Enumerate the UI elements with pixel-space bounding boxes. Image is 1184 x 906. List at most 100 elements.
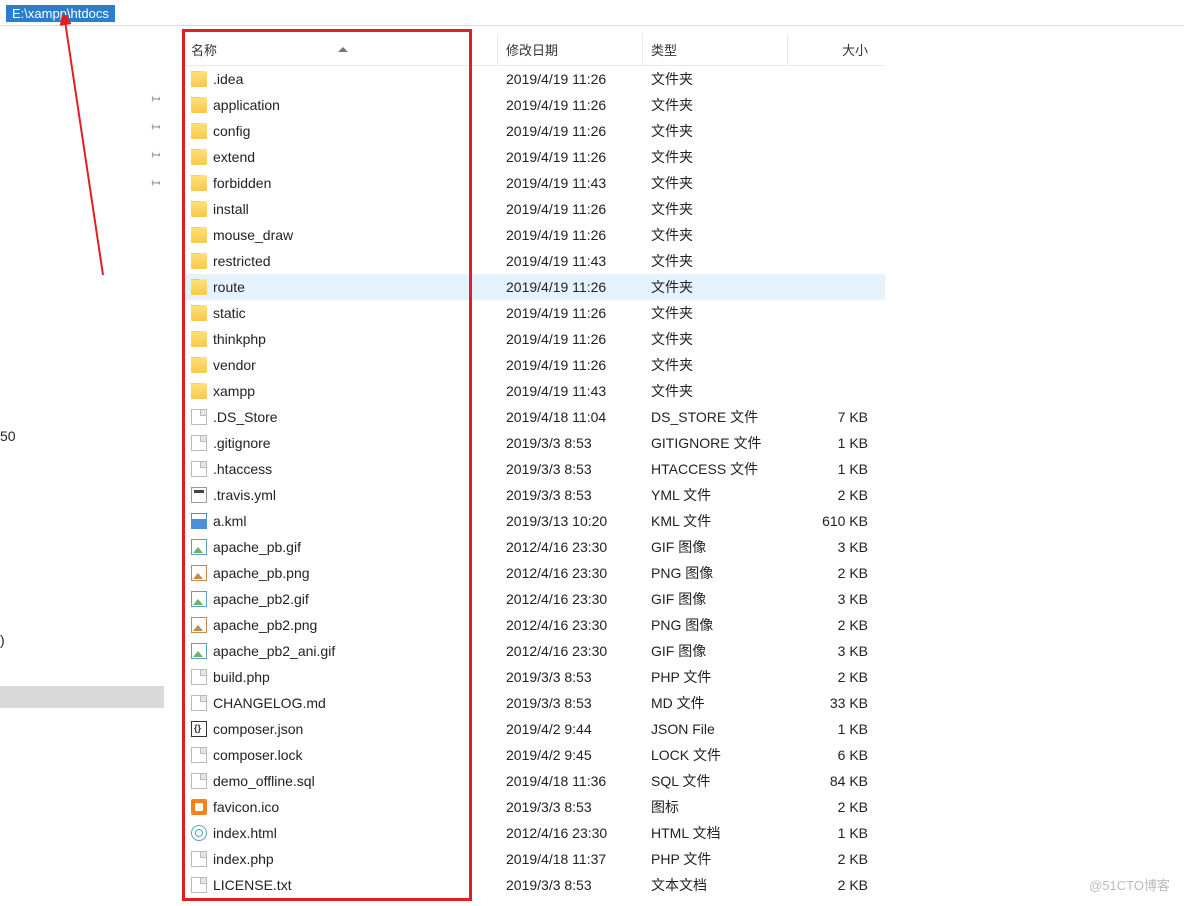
file-name: index.html bbox=[213, 825, 277, 841]
file-row[interactable]: .idea2019/4/19 11:26文件夹 bbox=[183, 66, 885, 92]
address-path[interactable]: E:\xampp\htdocs bbox=[6, 5, 115, 22]
file-row[interactable]: .DS_Store2019/4/18 11:04DS_STORE 文件7 KB bbox=[183, 404, 885, 430]
file-date: 2019/4/19 11:26 bbox=[498, 331, 643, 347]
toolbar-separator bbox=[0, 25, 1184, 26]
file-size: 2 KB bbox=[788, 799, 878, 815]
file-row[interactable]: install2019/4/19 11:26文件夹 bbox=[183, 196, 885, 222]
file-row[interactable]: apache_pb2_ani.gif2012/4/16 23:30GIF 图像3… bbox=[183, 638, 885, 664]
file-type: JSON File bbox=[643, 721, 788, 737]
file-row[interactable]: mouse_draw2019/4/19 11:26文件夹 bbox=[183, 222, 885, 248]
file-type: PNG 图像 bbox=[643, 615, 788, 635]
file-name: restricted bbox=[213, 253, 271, 269]
file-name: apache_pb2.gif bbox=[213, 591, 309, 607]
file-row[interactable]: apache_pb2.gif2012/4/16 23:30GIF 图像3 KB bbox=[183, 586, 885, 612]
file-size: 2 KB bbox=[788, 617, 878, 633]
file-type: PHP 文件 bbox=[643, 667, 788, 687]
column-header-label: 名称 bbox=[191, 40, 217, 59]
folder-icon bbox=[191, 175, 207, 191]
file-row[interactable]: application2019/4/19 11:26文件夹 bbox=[183, 92, 885, 118]
file-row[interactable]: a.kml2019/3/13 10:20KML 文件610 KB bbox=[183, 508, 885, 534]
file-date: 2019/3/3 8:53 bbox=[498, 695, 643, 711]
address-bar[interactable]: E:\xampp\htdocs bbox=[6, 3, 115, 23]
file-type: 文件夹 bbox=[643, 381, 788, 401]
file-type: 文件夹 bbox=[643, 173, 788, 193]
file-row[interactable]: composer.json2019/4/2 9:44JSON File1 KB bbox=[183, 716, 885, 742]
file-row[interactable]: demo_offline.sql2019/4/18 11:36SQL 文件84 … bbox=[183, 768, 885, 794]
file-row[interactable]: forbidden 2019/4/19 11:43文件夹 bbox=[183, 170, 885, 196]
file-type: YML 文件 bbox=[643, 485, 788, 505]
folder-icon bbox=[191, 357, 207, 373]
file-type: KML 文件 bbox=[643, 511, 788, 531]
file-row[interactable]: config2019/4/19 11:26文件夹 bbox=[183, 118, 885, 144]
column-header-type[interactable]: 类型 bbox=[643, 34, 788, 65]
file-row[interactable]: .travis.yml2019/3/3 8:53YML 文件2 KB bbox=[183, 482, 885, 508]
folder-icon bbox=[191, 227, 207, 243]
folder-icon bbox=[191, 149, 207, 165]
folder-icon bbox=[191, 71, 207, 87]
file-name: apache_pb.gif bbox=[213, 539, 301, 555]
file-row[interactable]: thinkphp2019/4/19 11:26文件夹 bbox=[183, 326, 885, 352]
file-type: MD 文件 bbox=[643, 693, 788, 713]
folder-icon bbox=[191, 123, 207, 139]
file-date: 2019/4/19 11:26 bbox=[498, 123, 643, 139]
file-name: forbidden bbox=[213, 175, 271, 191]
column-headers[interactable]: 名称 修改日期 类型 大小 bbox=[183, 34, 885, 66]
favicon-icon bbox=[191, 799, 207, 815]
file-row[interactable]: favicon.ico2019/3/3 8:53图标2 KB bbox=[183, 794, 885, 820]
file-row[interactable]: .htaccess2019/3/3 8:53HTACCESS 文件1 KB bbox=[183, 456, 885, 482]
file-size: 3 KB bbox=[788, 591, 878, 607]
file-date: 2012/4/16 23:30 bbox=[498, 591, 643, 607]
pin-icon bbox=[145, 143, 165, 163]
file-row[interactable]: vendor2019/4/19 11:26文件夹 bbox=[183, 352, 885, 378]
file-row[interactable]: build.php2019/3/3 8:53PHP 文件2 KB bbox=[183, 664, 885, 690]
column-header-date[interactable]: 修改日期 bbox=[498, 34, 643, 65]
file-row[interactable]: route2019/4/19 11:26文件夹 bbox=[183, 274, 885, 300]
file-type: SQL 文件 bbox=[643, 771, 788, 791]
file-row[interactable]: apache_pb.png2012/4/16 23:30PNG 图像2 KB bbox=[183, 560, 885, 586]
column-header-size[interactable]: 大小 bbox=[788, 34, 878, 65]
file-type: DS_STORE 文件 bbox=[643, 407, 788, 427]
file-row[interactable]: apache_pb2.png2012/4/16 23:30PNG 图像2 KB bbox=[183, 612, 885, 638]
file-list[interactable]: 名称 修改日期 类型 大小 .idea2019/4/19 11:26文件夹app… bbox=[183, 34, 885, 904]
file-type: GITIGNORE 文件 bbox=[643, 433, 788, 453]
file-date: 2019/3/3 8:53 bbox=[498, 461, 643, 477]
sort-ascending-icon bbox=[338, 47, 348, 52]
column-header-name[interactable]: 名称 bbox=[183, 34, 498, 65]
file-size: 3 KB bbox=[788, 539, 878, 555]
file-row[interactable]: index.php2019/4/18 11:37PHP 文件2 KB bbox=[183, 846, 885, 872]
file-date: 2019/3/3 8:53 bbox=[498, 435, 643, 451]
file-date: 2019/4/2 9:45 bbox=[498, 747, 643, 763]
file-name: apache_pb2.png bbox=[213, 617, 317, 633]
file-date: 2019/4/19 11:26 bbox=[498, 357, 643, 373]
kml-icon bbox=[191, 513, 207, 529]
file-row[interactable]: extend2019/4/19 11:26文件夹 bbox=[183, 144, 885, 170]
folder-icon bbox=[191, 383, 207, 399]
file-type: LOCK 文件 bbox=[643, 745, 788, 765]
file-row[interactable]: composer.lock2019/4/2 9:45LOCK 文件6 KB bbox=[183, 742, 885, 768]
file-row[interactable]: xampp2019/4/19 11:43文件夹 bbox=[183, 378, 885, 404]
file-row[interactable]: restricted2019/4/19 11:43文件夹 bbox=[183, 248, 885, 274]
file-row[interactable]: apache_pb.gif2012/4/16 23:30GIF 图像3 KB bbox=[183, 534, 885, 560]
file-date: 2019/4/19 11:43 bbox=[498, 175, 643, 191]
file-icon bbox=[191, 461, 207, 477]
file-icon bbox=[191, 877, 207, 893]
file-name: demo_offline.sql bbox=[213, 773, 315, 789]
file-type: 文件夹 bbox=[643, 147, 788, 167]
file-row[interactable]: LICENSE.txt2019/3/3 8:53文本文档2 KB bbox=[183, 872, 885, 898]
file-name: config bbox=[213, 123, 250, 139]
file-name: composer.lock bbox=[213, 747, 302, 763]
file-date: 2019/4/19 11:26 bbox=[498, 201, 643, 217]
left-tree-fragment: ) bbox=[0, 632, 5, 648]
file-row[interactable]: .gitignore2019/3/3 8:53GITIGNORE 文件1 KB bbox=[183, 430, 885, 456]
file-name: index.php bbox=[213, 851, 274, 867]
file-row[interactable]: index.html2012/4/16 23:30HTML 文档1 KB bbox=[183, 820, 885, 846]
file-date: 2012/4/16 23:30 bbox=[498, 825, 643, 841]
file-row[interactable]: static2019/4/19 11:26文件夹 bbox=[183, 300, 885, 326]
file-row[interactable]: CHANGELOG.md2019/3/3 8:53MD 文件33 KB bbox=[183, 690, 885, 716]
watermark: @51CTO博客 bbox=[1089, 875, 1170, 894]
file-icon bbox=[191, 773, 207, 789]
pin-icon bbox=[145, 115, 165, 135]
left-tree-selection[interactable] bbox=[0, 686, 164, 708]
file-type: 文件夹 bbox=[643, 225, 788, 245]
file-size: 7 KB bbox=[788, 409, 878, 425]
